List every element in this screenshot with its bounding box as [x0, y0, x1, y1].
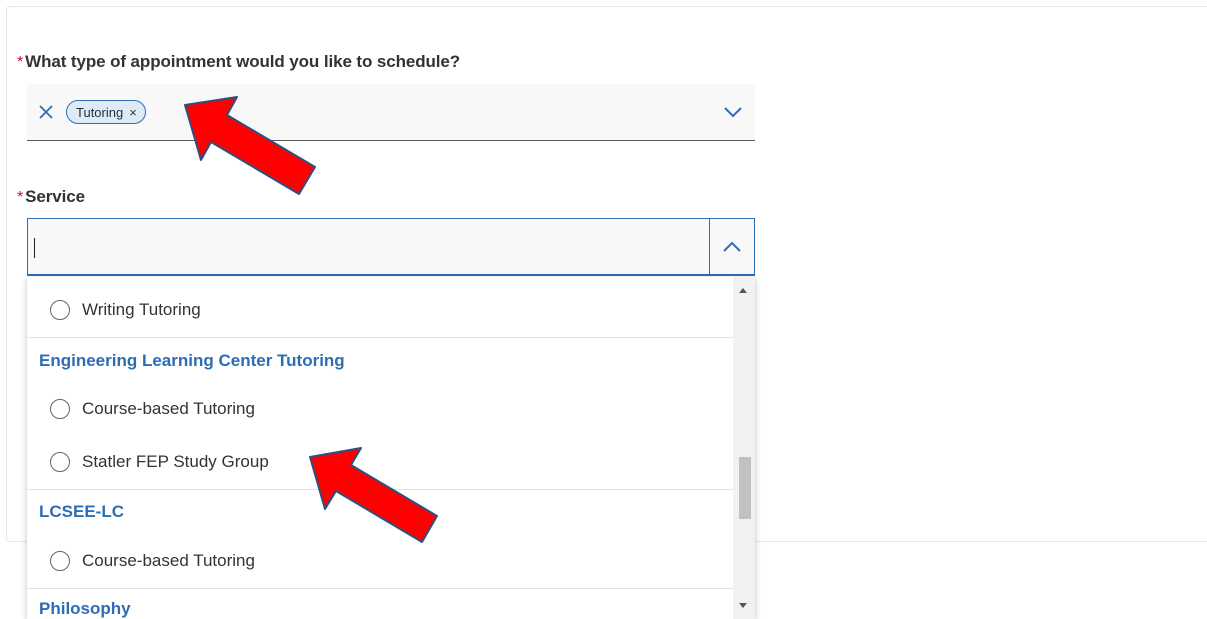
option-lcsee-course-based-tutoring[interactable]: Course-based Tutoring [27, 534, 733, 589]
radio-icon[interactable] [50, 399, 70, 419]
service-label-text: Service [25, 187, 85, 206]
option-statler-fep-study-group[interactable]: Statler FEP Study Group [27, 435, 733, 490]
selected-chip-tutoring: Tutoring × [66, 100, 146, 124]
required-mark: * [17, 189, 24, 206]
group-philosophy: Philosophy [39, 599, 131, 618]
option-writing-tutoring[interactable]: Writing Tutoring [27, 277, 733, 338]
service-label: * Service [17, 187, 85, 207]
option-label: Writing Tutoring [82, 300, 201, 319]
required-mark: * [17, 54, 24, 71]
option-eng-course-based-tutoring[interactable]: Course-based Tutoring [27, 383, 733, 435]
group-engineering-learning-center: Engineering Learning Center Tutoring [39, 350, 345, 370]
scroll-thumb[interactable] [739, 457, 751, 519]
group-lcsee-lc: LCSEE-LC [39, 502, 124, 521]
text-cursor [34, 238, 35, 258]
option-label: Course-based Tutoring [82, 399, 255, 418]
service-dropdown: Writing Tutoring Engineering Learning Ce… [27, 277, 755, 619]
appointment-type-label-text: What type of appointment would you like … [25, 52, 461, 71]
radio-icon[interactable] [50, 300, 70, 320]
appointment-type-select[interactable]: Tutoring × [27, 84, 755, 141]
close-icon[interactable] [37, 103, 55, 121]
radio-icon[interactable] [50, 452, 70, 472]
scroll-up-arrow-icon[interactable] [739, 288, 747, 293]
chevron-down-icon[interactable] [723, 104, 743, 120]
radio-icon[interactable] [50, 551, 70, 571]
option-label: Statler FEP Study Group [82, 452, 269, 471]
toggle-divider [709, 219, 710, 274]
service-option-list: Writing Tutoring Engineering Learning Ce… [27, 277, 733, 619]
chip-remove-icon[interactable]: × [129, 106, 137, 119]
chevron-up-icon[interactable] [722, 239, 742, 255]
dropdown-scrollbar[interactable] [733, 277, 755, 619]
appointment-type-label: * What type of appointment would you like… [17, 52, 460, 72]
chip-label: Tutoring [76, 104, 124, 120]
option-label: Course-based Tutoring [82, 551, 255, 570]
service-combobox[interactable] [27, 218, 755, 276]
scroll-down-arrow-icon[interactable] [739, 603, 747, 608]
service-input[interactable] [28, 219, 708, 274]
